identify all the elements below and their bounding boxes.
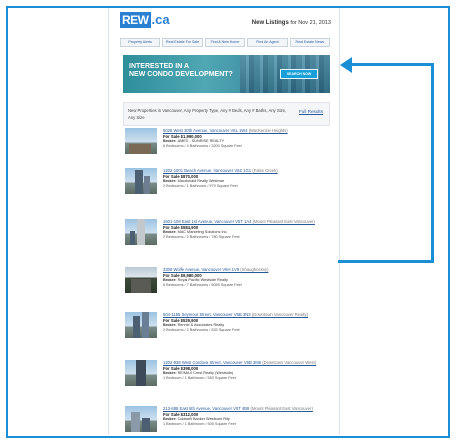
listing-street: 5028 West 30th Avenue, Vancouver V6L 1W4 [163, 128, 248, 133]
listing-date: New Listings for Nov 21, 2013 [252, 20, 331, 26]
listing-street: 504-1155 Seymour Street, Vancouver V6B 3… [163, 312, 251, 317]
nav-tab-real-estate-news[interactable]: Real Estate News [289, 38, 331, 47]
listing-details: 1 Bedroom / 1 Bathroom / 583 Square Feet [163, 376, 236, 380]
rew-logo[interactable]: REW .ca [120, 12, 170, 28]
listing-photo[interactable] [125, 267, 157, 293]
broker-label: Broker: [163, 323, 178, 327]
broker-name: Royal Pacific Westside Realty [177, 278, 228, 282]
broker-label: Broker: [163, 371, 178, 375]
broker-label: Broker: [163, 417, 178, 421]
top-nav: Property Alerts Real Estate For Sale Fin… [120, 38, 331, 47]
listing-photo[interactable] [125, 168, 157, 194]
condo-promo-banner[interactable]: INTERESTED IN A NEW CONDO DEVELOPMENT? S… [123, 55, 330, 93]
listing-details: 6 Bedrooms / 7 Bathrooms / 6059 Square F… [163, 283, 242, 287]
annotation-arrow-bottom [338, 260, 434, 263]
search-criteria-text: New Properties in Vancouver, Any Propert… [128, 108, 287, 120]
listing-area: (False Creek) [252, 168, 278, 173]
logo-main: REW [120, 12, 151, 28]
annotation-arrow-vertical [431, 63, 434, 263]
broker-label: Broker: [163, 230, 178, 234]
nav-tab-property-alerts[interactable]: Property Alerts [120, 38, 161, 47]
listing-details: 6 Bedrooms / 4 Bathrooms / 3200 Square F… [163, 144, 242, 148]
banner-headline: INTERESTED IN A NEW CONDO DEVELOPMENT? [129, 63, 233, 79]
nav-tab-find-agent[interactable]: Find An Agent [247, 38, 288, 47]
logo-suffix: .ca [151, 12, 170, 27]
listing-area: (Shaughnessy) [240, 267, 269, 272]
listing-item: 1202-1001 Beach Avenue, Vancouver V6Z 1G… [123, 168, 330, 208]
listing-details: 1 Bedroom / 1 Bathroom / 505 Square Feet [163, 422, 236, 426]
banner-cta-button[interactable]: SEARCH NOW [280, 69, 318, 79]
broker-name: Macdonald Realty Westmar [177, 179, 225, 183]
listing-details: 2 Bedrooms / 1 Bathroom / 979 Square Fee… [163, 184, 238, 188]
listing-photo[interactable] [125, 312, 157, 338]
email-newsletter: REW .ca New Listings for Nov 21, 2013 Pro… [108, 8, 340, 434]
listing-photo[interactable] [125, 128, 157, 154]
listing-street: 213-688 East 6th Avenue, Vancouver V5T 4… [163, 406, 250, 411]
email-header: REW .ca New Listings for Nov 21, 2013 [109, 8, 339, 34]
listing-area: (Downtown Vancouver Realty) [251, 312, 309, 317]
listing-item: 504-1155 Seymour Street, Vancouver V6B 3… [123, 312, 330, 352]
nav-tab-real-estate-for-sale[interactable]: Real Estate For Sale [162, 38, 203, 47]
date-value: for Nov 21, 2013 [288, 20, 331, 26]
listing-street: 1202-938 West Cordova Street, Vancouver … [163, 360, 262, 365]
annotation-arrow-top [350, 63, 434, 66]
broker-name: Coldwell Banker Westburn Rity [177, 417, 230, 421]
full-results-link[interactable]: Full Results [299, 109, 323, 114]
search-criteria-box: New Properties in Vancouver, Any Propert… [123, 102, 330, 126]
broker-label: Broker: [163, 139, 178, 143]
listing-item: 1601-108 East 1st Avenue, Vancouver V5T … [123, 219, 330, 259]
banner-headline-line2: NEW CONDO DEVELOPMENT? [129, 71, 233, 78]
broker-name: RE/MAX Crest Realty (Westside) [177, 371, 234, 375]
listing-photo[interactable] [125, 360, 157, 386]
listing-item: 213-688 East 6th Avenue, Vancouver V5T 4… [123, 406, 330, 434]
listing-street: 3309 Wolfe Avenue, Vancouver V6H 1V9 [163, 267, 240, 272]
broker-name: Rennie & Associates Realty [177, 323, 225, 327]
listing-area: (Downtown Vancouver West) [262, 360, 317, 365]
broker-name: MAC Marketing Solutions Inc. [177, 230, 228, 234]
listing-item: 1202-938 West Cordova Street, Vancouver … [123, 360, 330, 400]
broker-label: Broker: [163, 278, 178, 282]
listing-area: (Mount Pleasant East Vancouver) [250, 406, 313, 411]
date-title: New Listings [251, 20, 289, 26]
broker-name: AMEX - SUNRISE REALTY [177, 139, 225, 143]
listing-photo[interactable] [125, 219, 157, 245]
listing-street: 1601-108 East 1st Avenue, Vancouver V5T … [163, 219, 252, 224]
broker-label: Broker: [163, 179, 178, 183]
banner-headline-line1: INTERESTED IN A [129, 63, 190, 70]
listing-area: (Mount Pleasant East Vancouver) [252, 219, 315, 224]
listing-street: 1202-1001 Beach Avenue, Vancouver V6Z 1G… [163, 168, 252, 173]
listing-photo[interactable] [125, 406, 157, 432]
listing-details: 2 Bedrooms / 2 Bathrooms / 833 Square Fe… [163, 328, 240, 332]
nav-tab-find-new-home[interactable]: Find A New Home [204, 38, 246, 47]
listing-item: 5028 West 30th Avenue, Vancouver V6L 1W4… [123, 128, 330, 168]
listing-area: (MacKenzie Heights) [248, 128, 288, 133]
listing-item: 3309 Wolfe Avenue, Vancouver V6H 1V9 (Sh… [123, 267, 330, 307]
listing-details: 2 Bedrooms / 2 Bathrooms / 780 Square Fe… [163, 235, 240, 239]
